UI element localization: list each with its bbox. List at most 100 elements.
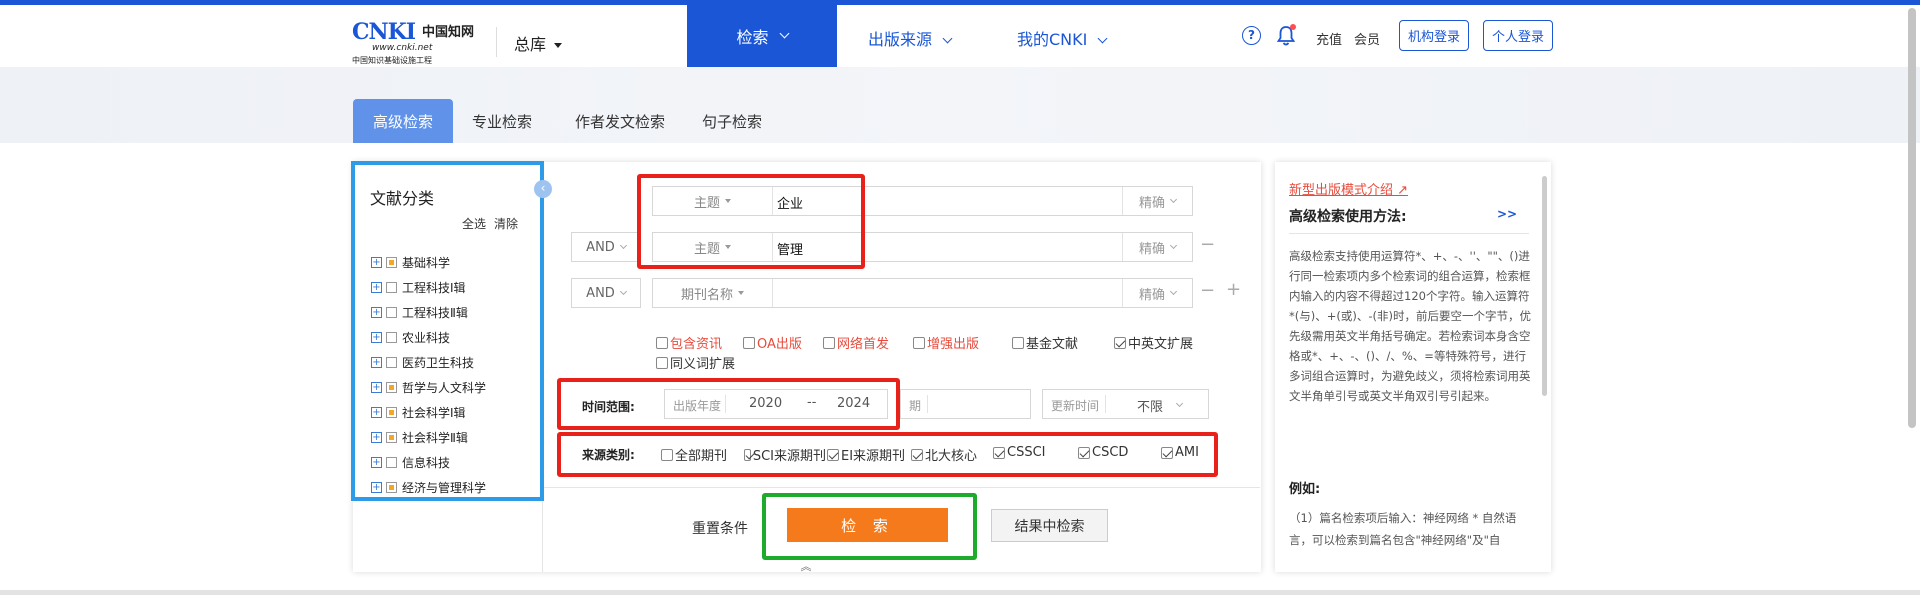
- category-checkbox[interactable]: [386, 382, 397, 393]
- nav-my-cnki-label: 我的CNKI: [1017, 30, 1088, 49]
- tab-author-search[interactable]: 作者发文检索: [560, 99, 680, 143]
- chevron-down-icon: [942, 33, 953, 44]
- reset-button[interactable]: 重置条件: [692, 518, 748, 538]
- page-scrollbar[interactable]: [1908, 8, 1916, 428]
- collapse-up-icon[interactable]: ︽: [796, 558, 816, 574]
- remove-row-button[interactable]: −: [1200, 234, 1215, 255]
- issue-input[interactable]: 期: [900, 389, 1031, 419]
- tab-banner: [0, 67, 1920, 143]
- collapse-left-icon[interactable]: ‹: [534, 180, 552, 198]
- nav-my-cnki[interactable]: 我的CNKI: [1017, 26, 1108, 50]
- option-label: 同义词扩展: [670, 357, 736, 372]
- option-online-first[interactable]: 网络首发: [823, 333, 889, 352]
- match-select[interactable]: 精确: [1122, 187, 1192, 215]
- update-time-value: 不限: [1137, 400, 1164, 415]
- logic-select[interactable]: AND: [571, 278, 641, 308]
- help-panel-divider: [1289, 233, 1529, 234]
- option-checkbox[interactable]: [823, 336, 835, 349]
- option-checkbox[interactable]: [1114, 336, 1126, 349]
- category-item[interactable]: + 基础科学: [371, 250, 486, 275]
- expand-plus-icon[interactable]: +: [371, 307, 382, 318]
- cnki-logo[interactable]: CNKI 中国知网 www.cnki.net 中国知识基础设施工程: [352, 19, 482, 65]
- tab-advanced-search[interactable]: 高级检索: [353, 99, 453, 143]
- nav-publication-source[interactable]: 出版来源: [868, 26, 953, 50]
- category-item[interactable]: + 工程科技Ⅰ辑: [371, 275, 486, 300]
- logo-cn-text: 中国知网: [422, 25, 475, 40]
- clear-link[interactable]: 清除: [494, 217, 518, 231]
- category-checkbox[interactable]: [386, 407, 397, 418]
- chevron-down-icon: [1169, 195, 1178, 203]
- update-time-select[interactable]: 更新时间 不限: [1042, 389, 1209, 419]
- category-checkbox[interactable]: [386, 282, 397, 293]
- option-checkbox[interactable]: [743, 336, 755, 349]
- logic-select[interactable]: AND: [571, 232, 641, 262]
- option-oa[interactable]: OA出版: [743, 333, 802, 352]
- expand-plus-icon[interactable]: +: [371, 407, 382, 418]
- category-item[interactable]: + 哲学与人文科学: [371, 375, 486, 400]
- personal-login-button[interactable]: 个人登录: [1483, 20, 1553, 51]
- category-checkbox[interactable]: [386, 432, 397, 443]
- expand-plus-icon[interactable]: +: [371, 257, 382, 268]
- help-example-body: （1）篇名检索项后输入：神经网络 * 自然语言，可以检索到篇名包含"神经网络"及…: [1289, 511, 1517, 547]
- database-select[interactable]: 总库: [514, 31, 563, 55]
- help-panel-body: 高级检索支持使用运算符*、+、-、''、""、()进行同一检索项内多个检索词的组…: [1289, 249, 1531, 403]
- category-item[interactable]: + 农业科技: [371, 325, 486, 350]
- nav-search[interactable]: 检索: [687, 5, 837, 67]
- option-cn-en-expand[interactable]: 中英文扩展: [1114, 333, 1193, 352]
- recharge-link[interactable]: 充值: [1316, 29, 1342, 48]
- category-item[interactable]: + 社会科学Ⅱ辑: [371, 425, 486, 450]
- option-enhanced[interactable]: 增强出版: [913, 333, 979, 352]
- search-within-results-button[interactable]: 结果中检索: [991, 509, 1108, 542]
- category-item[interactable]: + 社会科学Ⅰ辑: [371, 400, 486, 425]
- option-include-news[interactable]: 包含资讯: [656, 333, 722, 352]
- help-panel-scrollbar[interactable]: [1542, 176, 1547, 396]
- category-item-label: 农业科技: [402, 331, 451, 345]
- match-select-label: 精确: [1138, 287, 1165, 303]
- category-sidebar: 文献分类 ‹ 全选 清除 + 基础科学 + 工程科技Ⅰ辑 + 工程科技Ⅱ辑 + 农业科技 …: [351, 161, 552, 501]
- option-checkbox[interactable]: [1012, 336, 1024, 349]
- option-label: 网络首发: [837, 337, 890, 352]
- new-publication-mode-link[interactable]: 新型出版模式介绍 ↗: [1289, 179, 1408, 198]
- tab-sentence-search[interactable]: 句子检索: [692, 99, 772, 143]
- category-checkbox[interactable]: [386, 357, 397, 368]
- field-select[interactable]: 期刊名称: [653, 279, 773, 307]
- category-item[interactable]: + 经济与管理科学: [371, 475, 486, 500]
- category-item[interactable]: + 工程科技Ⅱ辑: [371, 300, 486, 325]
- expand-plus-icon[interactable]: +: [371, 482, 382, 493]
- match-select[interactable]: 精确: [1122, 279, 1192, 307]
- remove-row-button[interactable]: −: [1200, 280, 1215, 301]
- chevron-down-icon: [619, 241, 627, 249]
- select-all-link[interactable]: 全选: [462, 217, 486, 231]
- category-item-label: 工程科技Ⅰ辑: [402, 281, 466, 295]
- option-synonym-expand[interactable]: 同义词扩展: [656, 353, 735, 372]
- expand-plus-icon[interactable]: +: [371, 382, 382, 393]
- option-checkbox[interactable]: [656, 336, 668, 349]
- match-select[interactable]: 精确: [1122, 233, 1192, 261]
- help-panel-title: 高级检索使用方法:: [1289, 209, 1407, 225]
- org-login-button[interactable]: 机构登录: [1399, 20, 1469, 51]
- update-time-label: 更新时间: [1051, 399, 1100, 413]
- add-row-button[interactable]: +: [1226, 279, 1241, 300]
- category-checkbox[interactable]: [386, 482, 397, 493]
- expand-plus-icon[interactable]: +: [371, 332, 382, 343]
- category-item[interactable]: + 信息科技: [371, 450, 486, 475]
- nav-publication-source-label: 出版来源: [868, 30, 933, 49]
- member-link[interactable]: 会员: [1354, 29, 1380, 48]
- category-checkbox[interactable]: [386, 307, 397, 318]
- help-more-link[interactable]: >>: [1497, 207, 1517, 221]
- help-icon[interactable]: ?: [1242, 26, 1261, 45]
- expand-plus-icon[interactable]: +: [371, 357, 382, 368]
- option-checkbox[interactable]: [656, 356, 668, 369]
- category-item[interactable]: + 医药卫生科技: [371, 350, 486, 375]
- expand-plus-icon[interactable]: +: [371, 457, 382, 468]
- expand-plus-icon[interactable]: +: [371, 432, 382, 443]
- chevron-down-icon: [1169, 287, 1178, 295]
- category-checkbox[interactable]: [386, 332, 397, 343]
- expand-plus-icon[interactable]: +: [371, 282, 382, 293]
- category-checkbox[interactable]: [386, 457, 397, 468]
- tab-professional-search[interactable]: 专业检索: [462, 99, 542, 143]
- caret-down-icon: [554, 43, 563, 48]
- category-checkbox[interactable]: [386, 257, 397, 268]
- option-fund[interactable]: 基金文献: [1012, 333, 1078, 352]
- option-checkbox[interactable]: [913, 336, 925, 349]
